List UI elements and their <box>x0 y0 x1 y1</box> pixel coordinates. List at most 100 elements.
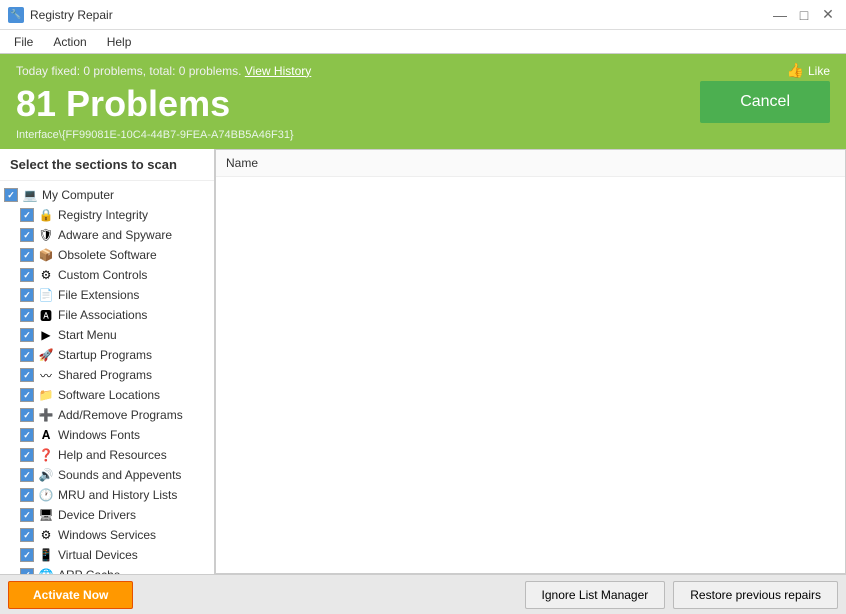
tree-item-icon: 〰 <box>38 367 54 383</box>
tree-checkbox[interactable] <box>4 188 18 202</box>
tree-item[interactable]: 𝐀 Windows Fonts <box>0 425 214 445</box>
title-bar: 🔧 Registry Repair — □ ✕ <box>0 0 846 30</box>
tree-list[interactable]: 💻My Computer 🔒 Registry Integrity 🛡 Adware a… <box>0 181 214 574</box>
tree-item-icon: 📱 <box>38 547 54 563</box>
tree-item[interactable]: 🔒 Registry Integrity <box>0 205 214 225</box>
tree-checkbox[interactable] <box>20 208 34 222</box>
tree-item-icon: 🚀 <box>38 347 54 363</box>
left-panel-title: Select the sections to scan <box>0 149 214 181</box>
tree-item-icon: 🔒 <box>38 207 54 223</box>
tree-checkbox[interactable] <box>20 528 34 542</box>
header-banner: Today fixed: 0 problems, total: 0 proble… <box>0 54 846 149</box>
tree-checkbox[interactable] <box>20 508 34 522</box>
tree-item-label: Add/Remove Programs <box>58 408 183 422</box>
right-panel-header: Name <box>216 150 845 177</box>
tree-item-icon: 🖥 <box>38 507 54 523</box>
tree-item[interactable]: 🖥 Device Drivers <box>0 505 214 525</box>
tree-item[interactable]: 🅰File Associations <box>0 305 214 325</box>
tree-item-label: Virtual Devices <box>58 548 138 562</box>
like-label[interactable]: Like <box>808 64 830 78</box>
tree-item-label: File Extensions <box>58 288 139 302</box>
tree-item[interactable]: 📦 Obsolete Software <box>0 245 214 265</box>
window-controls: — □ ✕ <box>770 5 838 25</box>
tree-checkbox[interactable] <box>20 568 34 574</box>
tree-item-label: Obsolete Software <box>58 248 157 262</box>
app-title: Registry Repair <box>30 8 113 22</box>
view-history-link[interactable]: View History <box>245 64 311 78</box>
tree-item[interactable]: 🚀 Startup Programs <box>0 345 214 365</box>
tree-item-label: Windows Fonts <box>58 428 140 442</box>
tree-item-icon: 📁 <box>38 387 54 403</box>
left-panel: Select the sections to scan 💻My Computer… <box>0 149 215 574</box>
restore-repairs-button[interactable]: Restore previous repairs <box>673 581 838 609</box>
tree-item[interactable]: 📱 Virtual Devices <box>0 545 214 565</box>
app-icon: 🔧 <box>8 7 24 23</box>
maximize-button[interactable]: □ <box>794 5 814 25</box>
tree-item-label: Help and Resources <box>58 448 167 462</box>
activate-button[interactable]: Activate Now <box>8 581 133 609</box>
tree-checkbox[interactable] <box>20 308 34 322</box>
tree-checkbox[interactable] <box>20 328 34 342</box>
tree-item[interactable]: 🕐MRU and History Lists <box>0 485 214 505</box>
tree-item-label: Start Menu <box>58 328 117 342</box>
tree-checkbox[interactable] <box>20 408 34 422</box>
tree-item-icon: 🌐 <box>38 567 54 574</box>
tree-item-icon: 💻 <box>22 187 38 203</box>
tree-item-label: Adware and Spyware <box>58 228 172 242</box>
tree-item[interactable]: ⚙ Windows Services <box>0 525 214 545</box>
tree-checkbox[interactable] <box>20 488 34 502</box>
tree-item-icon: ➕ <box>38 407 54 423</box>
tree-item-label: Registry Integrity <box>58 208 148 222</box>
tree-item[interactable]: 📁 Software Locations <box>0 385 214 405</box>
tree-item[interactable]: ▶ Start Menu <box>0 325 214 345</box>
tree-checkbox[interactable] <box>20 428 34 442</box>
tree-checkbox[interactable] <box>20 468 34 482</box>
menu-action[interactable]: Action <box>43 33 96 51</box>
tree-item-label: Software Locations <box>58 388 160 402</box>
tree-item-icon: ⚙ <box>38 267 54 283</box>
minimize-button[interactable]: — <box>770 5 790 25</box>
tree-checkbox[interactable] <box>20 348 34 362</box>
tree-item[interactable]: ❓ Help and Resources <box>0 445 214 465</box>
tree-item-label: Startup Programs <box>58 348 152 362</box>
tree-item-label: File Associations <box>58 308 147 322</box>
tree-item-icon: 🔊 <box>38 467 54 483</box>
tree-item-icon: ⚙ <box>38 527 54 543</box>
tree-item[interactable]: ⚙ Custom Controls <box>0 265 214 285</box>
tree-checkbox[interactable] <box>20 268 34 282</box>
tree-checkbox[interactable] <box>20 228 34 242</box>
tree-checkbox[interactable] <box>20 388 34 402</box>
cancel-button[interactable]: Cancel <box>700 81 830 123</box>
tree-item-icon: 𝐀 <box>38 427 54 443</box>
tree-item-label: Device Drivers <box>58 508 136 522</box>
tree-checkbox[interactable] <box>20 368 34 382</box>
tree-item-icon: ❓ <box>38 447 54 463</box>
close-button[interactable]: ✕ <box>818 5 838 25</box>
tree-item-label: Custom Controls <box>58 268 147 282</box>
tree-item-icon: ▶ <box>38 327 54 343</box>
tree-item[interactable]: 🌐ARP Cache <box>0 565 214 574</box>
main-content: Select the sections to scan 💻My Computer… <box>0 149 846 574</box>
tree-checkbox[interactable] <box>20 248 34 262</box>
tree-item-label: Shared Programs <box>58 368 152 382</box>
tree-item-label: Sounds and Appevents <box>58 468 181 482</box>
right-panel: Name <box>215 149 846 574</box>
tree-item-icon: 🛡 <box>38 227 54 243</box>
ignore-list-button[interactable]: Ignore List Manager <box>525 581 666 609</box>
tree-checkbox[interactable] <box>20 448 34 462</box>
tree-item[interactable]: 🛡 Adware and Spyware <box>0 225 214 245</box>
tree-checkbox[interactable] <box>20 288 34 302</box>
header-summary: Today fixed: 0 problems, total: 0 proble… <box>16 64 311 78</box>
tree-item[interactable]: 〰 Shared Programs <box>0 365 214 385</box>
tree-checkbox[interactable] <box>20 548 34 562</box>
menu-file[interactable]: File <box>4 33 43 51</box>
tree-item-label: Windows Services <box>58 528 156 542</box>
tree-item[interactable]: 💻My Computer <box>0 185 214 205</box>
menu-bar: File Action Help <box>0 30 846 54</box>
menu-help[interactable]: Help <box>97 33 142 51</box>
tree-item[interactable]: ➕ Add/Remove Programs <box>0 405 214 425</box>
tree-item[interactable]: 🔊 Sounds and Appevents <box>0 465 214 485</box>
tree-item[interactable]: 📄File Extensions <box>0 285 214 305</box>
header-path: Interface\{FF99081E-10C4-44B7-9FEA-A74BB… <box>16 129 830 141</box>
tree-item-icon: 📦 <box>38 247 54 263</box>
